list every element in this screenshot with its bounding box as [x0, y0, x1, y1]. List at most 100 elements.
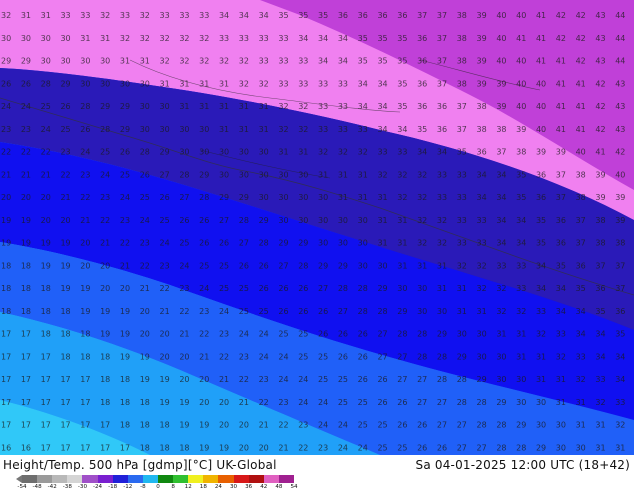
temp-label: 33	[160, 11, 170, 20]
temp-label: 39	[615, 216, 625, 225]
temp-label: 34	[576, 330, 586, 339]
temp-label: 39	[615, 193, 625, 202]
temp-label: 43	[595, 57, 605, 66]
temp-label: 29	[239, 193, 249, 202]
temp-label: 24	[160, 239, 170, 248]
temp-label: 22	[219, 352, 229, 361]
temp-label: 40	[536, 79, 546, 88]
temp-label: 30	[338, 239, 348, 248]
temp-label: 29	[298, 239, 308, 248]
temp-label: 23	[1, 125, 11, 134]
temp-label: 36	[556, 239, 566, 248]
temp-label: 17	[60, 421, 70, 430]
temp-label: 21	[199, 352, 209, 361]
temp-label: 29	[516, 421, 526, 430]
temp-label: 39	[496, 79, 506, 88]
temp-label: 25	[338, 398, 348, 407]
temp-label: 39	[477, 34, 487, 43]
temp-label: 36	[397, 11, 407, 20]
temp-label: 25	[100, 148, 110, 157]
temp-label: 27	[397, 352, 407, 361]
scale-tick-label: 12	[184, 484, 192, 490]
temp-label: 30	[496, 352, 506, 361]
temp-label: 27	[278, 261, 288, 270]
temp-label: 32	[278, 102, 288, 111]
scale-tick-label: 0	[156, 484, 160, 490]
temp-label: 41	[576, 125, 586, 134]
temp-label: 32	[397, 170, 407, 179]
temp-label: 22	[239, 375, 249, 384]
temp-label: 35	[377, 57, 387, 66]
temp-label: 19	[140, 352, 150, 361]
temp-label: 32	[595, 398, 605, 407]
temp-label: 17	[41, 421, 51, 430]
temp-label: 34	[338, 34, 348, 43]
temp-label: 34	[377, 125, 387, 134]
temp-label: 19	[60, 284, 70, 293]
temp-label: 39	[477, 79, 487, 88]
temp-label: 40	[496, 57, 506, 66]
temp-label: 18	[140, 398, 150, 407]
temp-label: 30	[298, 216, 308, 225]
temp-label: 37	[457, 125, 467, 134]
temp-label: 44	[615, 57, 625, 66]
temp-label: 31	[179, 79, 189, 88]
temp-label: 31	[21, 11, 31, 20]
temp-label: 26	[80, 125, 90, 134]
temp-label: 30	[536, 398, 546, 407]
temp-label: 30	[417, 284, 427, 293]
scale-tick-label: 24	[214, 484, 222, 490]
temp-label: 34	[615, 375, 625, 384]
temp-label: 33	[298, 57, 308, 66]
temp-label: 37	[595, 261, 605, 270]
temp-label: 22	[199, 330, 209, 339]
temp-label: 33	[199, 11, 209, 20]
temp-label: 33	[259, 34, 269, 43]
temp-label: 20	[239, 443, 249, 452]
temp-label: 18	[21, 307, 31, 316]
temp-label: 17	[60, 375, 70, 384]
map-footer: Height/Temp. 500 hPa [gdmp][°C] UK-Globa…	[0, 455, 634, 490]
temp-label: 21	[160, 307, 170, 316]
temp-label: 34	[595, 352, 605, 361]
temp-label: 27	[437, 421, 447, 430]
temp-label: 25	[338, 375, 348, 384]
scale-tick-label: -24	[92, 484, 103, 490]
temp-label: 18	[21, 284, 31, 293]
temp-label: 32	[199, 57, 209, 66]
temp-label: 28	[377, 307, 387, 316]
temp-label: 20	[239, 421, 249, 430]
temp-label: 33	[536, 307, 546, 316]
temp-label: 40	[516, 57, 526, 66]
temp-label: 24	[259, 352, 269, 361]
temp-label: 42	[576, 11, 586, 20]
temp-label: 30	[120, 79, 130, 88]
temp-label: 32	[615, 421, 625, 430]
temp-label: 26	[140, 170, 150, 179]
temp-label: 23	[219, 330, 229, 339]
temp-label: 22	[120, 239, 130, 248]
temp-label: 25	[318, 375, 328, 384]
temp-label: 27	[179, 193, 189, 202]
temp-label: 34	[536, 261, 546, 270]
temp-label: 22	[278, 421, 288, 430]
temp-label: 34	[477, 193, 487, 202]
temp-label: 36	[437, 125, 447, 134]
scale-tick-label: -18	[108, 484, 118, 490]
temp-label: 19	[179, 421, 189, 430]
temp-label: 24	[239, 330, 249, 339]
temp-label: 32	[516, 307, 526, 316]
temp-label: 28	[437, 375, 447, 384]
temp-label: 30	[318, 216, 328, 225]
temp-label: 38	[477, 125, 487, 134]
temp-label: 34	[615, 352, 625, 361]
weather-map[interactable]: 32 31 31 33 33 32 33 32 33 33 33 34 34 34 35 35 35 36 36 36…	[0, 0, 634, 455]
temp-label: 20	[120, 284, 130, 293]
temp-label: 18	[60, 330, 70, 339]
color-scale: -54 -48 -42 -38 -30 -24 -18 -12 -8 0 8 12 18 24 30 36 42…	[17, 475, 298, 490]
temp-label: 41	[576, 79, 586, 88]
temp-label: 29	[536, 443, 546, 452]
temp-label: 29	[397, 307, 407, 316]
temp-label: 34	[358, 79, 368, 88]
temp-label: 17	[21, 375, 31, 384]
